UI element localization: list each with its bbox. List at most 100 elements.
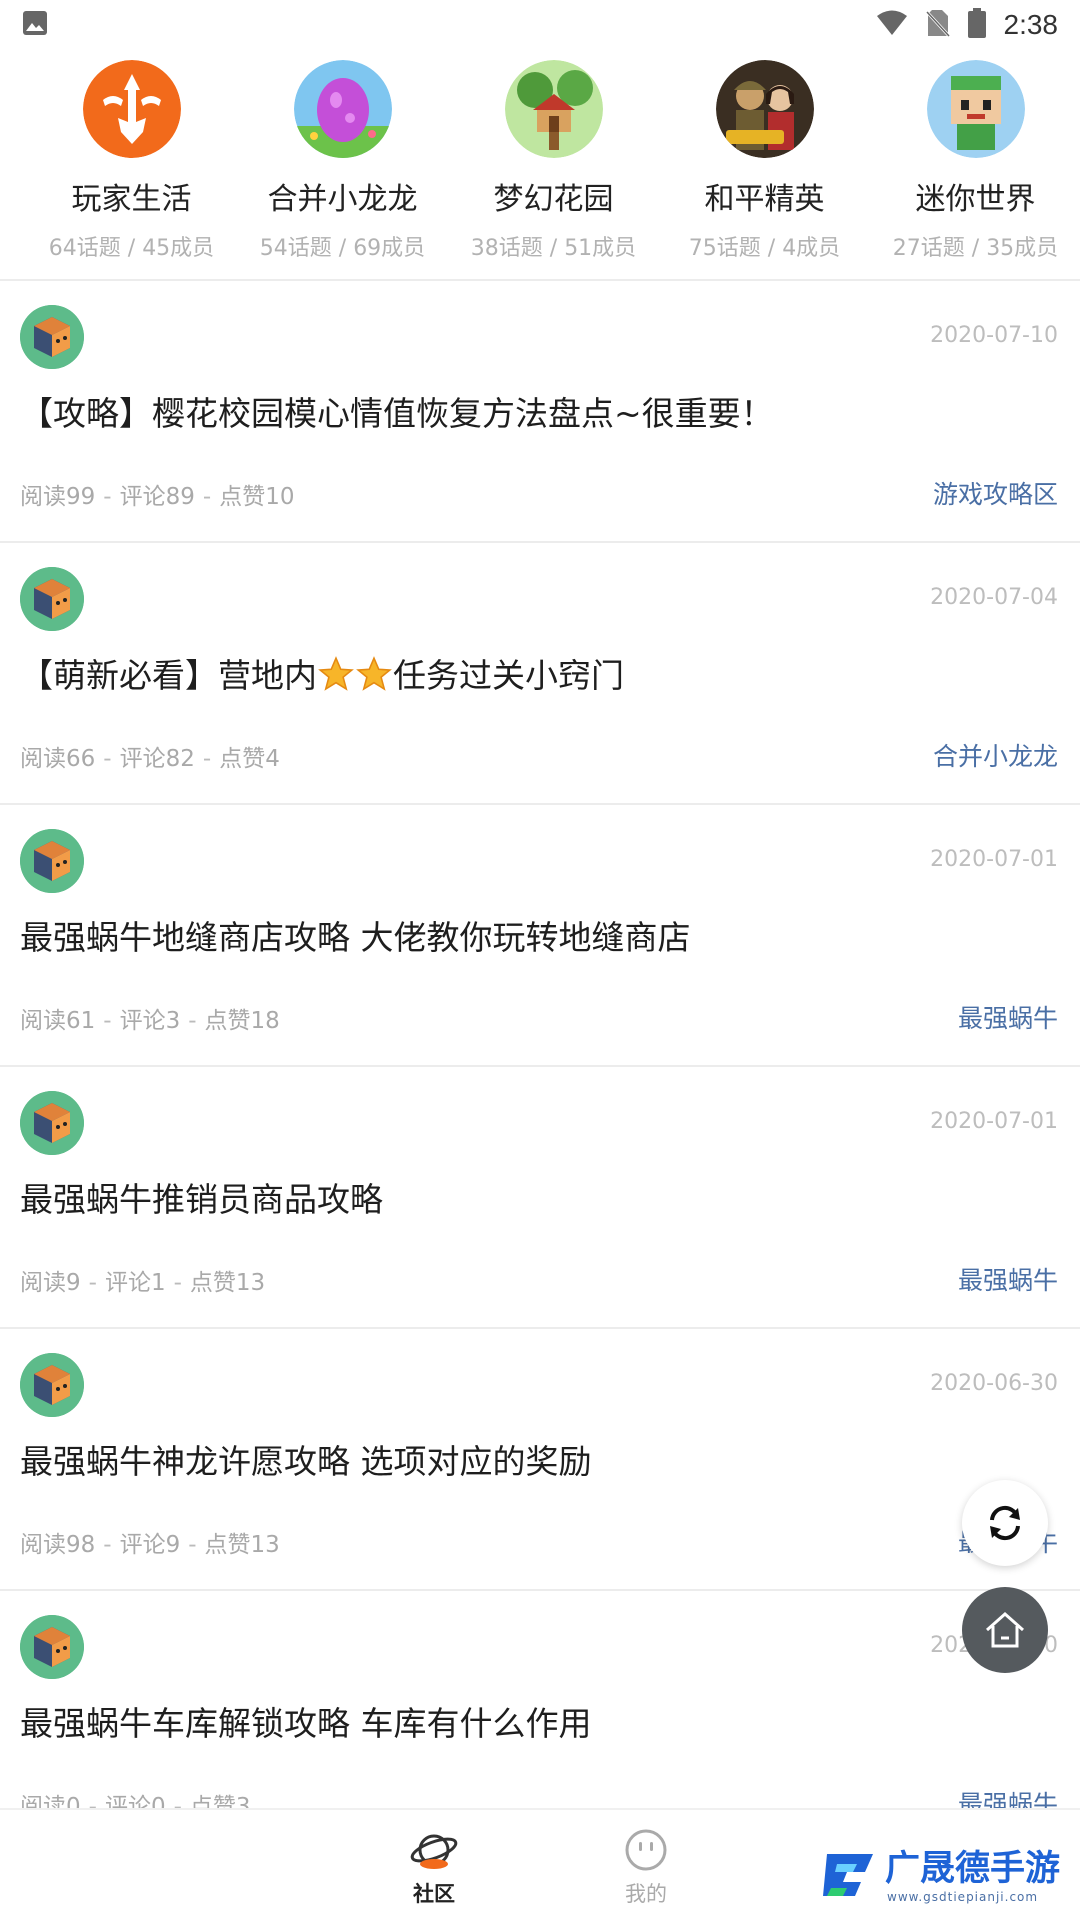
meta-separator: -	[188, 1532, 197, 1558]
read-count: 阅读98	[20, 1532, 96, 1558]
watermark-url: www.gsdtiepianji.com	[887, 1890, 1039, 1904]
circle-item[interactable]: 和平精英 75话题 / 4成员	[659, 60, 870, 278]
star-icon	[356, 656, 392, 691]
read-count: 阅读99	[20, 484, 96, 510]
star-icon	[318, 656, 354, 691]
post-title-start: 【萌新必看】营地内	[20, 656, 317, 695]
like-count: 点赞4	[219, 746, 280, 772]
read-count: 阅读66	[20, 746, 96, 772]
meta-separator: -	[88, 1270, 97, 1296]
sword-shield-icon	[82, 60, 181, 158]
treehouse-icon	[504, 60, 603, 158]
status-icons: 2:38	[876, 8, 1059, 42]
comment-count: 评论9	[119, 1532, 181, 1558]
like-count: 点赞18	[204, 1008, 280, 1034]
circle-stats: 54话题 / 69成员	[259, 236, 426, 261]
post-list: 2020-07-10 【攻略】樱花校园模心情值恢复方法盘点~很重要！ 阅读99-…	[0, 281, 1080, 1853]
planet-icon	[410, 1834, 458, 1869]
no-sim-icon	[925, 9, 950, 41]
user-avatar[interactable]	[20, 1091, 84, 1155]
post-meta: 阅读61- 评论3- 点赞18	[20, 1001, 280, 1035]
post-item[interactable]: 2020-07-10 【攻略】樱花校园模心情值恢复方法盘点~很重要！ 阅读99-…	[0, 281, 1080, 543]
post-category-link[interactable]: 最强蜗牛	[958, 1261, 1058, 1297]
circle-stats: 38话题 / 51成员	[470, 236, 637, 261]
post-meta: 阅读99- 评论89- 点赞10	[20, 477, 294, 511]
user-avatar[interactable]	[20, 305, 84, 369]
circle-item[interactable]: 合并小龙龙 54话题 / 69成员	[237, 60, 448, 278]
status-bar: 2:38	[0, 0, 1080, 50]
post-item[interactable]: 2020-07-01 最强蜗牛推销员商品攻略 阅读9- 评论1- 点赞13 最强蜗牛	[0, 1067, 1080, 1329]
wifi-icon	[876, 10, 908, 40]
post-item[interactable]: 2020-07-01 最强蜗牛地缝商店攻略 大佬教你玩转地缝商店 阅读61- 评论…	[0, 805, 1080, 1067]
post-category-link[interactable]: 合并小龙龙	[933, 737, 1058, 773]
post-item[interactable]: 2020-07-04 【萌新必看】营地内 任务过关小窍门 阅读66- 评论82- 点赞…	[0, 543, 1080, 805]
nav-tab-community[interactable]: 社区	[384, 1828, 484, 1908]
comment-count: 评论82	[119, 746, 195, 772]
battery-icon	[967, 8, 986, 42]
comment-count: 评论89	[119, 484, 195, 510]
post-date: 2020-07-04	[930, 585, 1058, 610]
circle-name: 合并小龙龙	[267, 182, 418, 217]
post-date: 2020-07-01	[930, 1109, 1058, 1134]
user-avatar[interactable]	[20, 829, 84, 893]
circle-name: 和平精英	[704, 182, 825, 217]
post-date: 2020-07-01	[930, 847, 1058, 872]
home-button[interactable]	[962, 1587, 1048, 1673]
clock: 2:38	[1003, 9, 1059, 40]
post-category-link[interactable]: 游戏攻略区	[933, 475, 1058, 511]
meta-separator: -	[202, 746, 212, 772]
comment-count: 评论3	[119, 1008, 181, 1034]
like-count: 点赞13	[189, 1270, 266, 1296]
post-meta: 阅读66- 评论82- 点赞4	[20, 739, 280, 773]
nav-label-community: 社区	[413, 1882, 455, 1906]
post-title[interactable]: 最强蜗牛车库解锁攻略 车库有什么作用	[20, 1697, 592, 1745]
image-icon	[22, 10, 48, 40]
circle-name: 玩家生活	[71, 182, 192, 217]
refresh-button[interactable]	[962, 1480, 1048, 1566]
watermark-logo-icon	[823, 1854, 873, 1896]
post-title[interactable]: 【萌新必看】营地内 任务过关小窍门	[20, 649, 624, 697]
smiley-face-icon	[625, 1829, 667, 1871]
post-item[interactable]: 2020-06-30 最强蜗牛神龙许愿攻略 选项对应的奖励 阅读98- 评论9- 点…	[0, 1329, 1080, 1591]
meta-separator: -	[202, 484, 212, 510]
circle-name: 迷你世界	[915, 182, 1036, 217]
comment-count: 评论1	[104, 1270, 166, 1296]
refresh-icon	[990, 1505, 1020, 1541]
nav-tab-mine[interactable]: 我的	[596, 1828, 696, 1908]
meta-separator: -	[103, 1532, 112, 1558]
post-meta: 阅读9- 评论1- 点赞13	[20, 1263, 265, 1297]
meta-separator: -	[103, 746, 112, 772]
circle-stats: 27话题 / 35成员	[892, 236, 1059, 261]
home-icon	[986, 1611, 1024, 1648]
post-title[interactable]: 最强蜗牛神龙许愿攻略 选项对应的奖励	[20, 1435, 592, 1483]
watermark: 广晟德手游 www.gsdtiepianji.com	[815, 1840, 1080, 1920]
read-count: 阅读61	[20, 1008, 96, 1034]
app-screen: 2:38 玩家生活 64话题 / 45成员 合并小龙龙 54话题 / 69成员 …	[0, 0, 1080, 1920]
meta-separator: -	[173, 1270, 182, 1296]
post-title[interactable]: 【攻略】樱花校园模心情值恢复方法盘点~很重要！	[20, 387, 774, 435]
nav-label-mine: 我的	[625, 1882, 667, 1906]
post-category-link[interactable]: 最强蜗牛	[958, 999, 1058, 1035]
circle-item[interactable]: 玩家生活 64话题 / 45成员	[26, 60, 237, 278]
circle-stats: 64话题 / 45成员	[48, 236, 215, 261]
user-avatar[interactable]	[20, 1353, 84, 1417]
circle-stats: 75话题 / 4成员	[688, 236, 841, 261]
post-date: 2020-06-30	[930, 1371, 1058, 1396]
post-date: 2020-07-10	[930, 323, 1058, 348]
circle-item[interactable]: 迷你世界 27话题 / 35成员	[870, 60, 1080, 278]
meta-separator: -	[103, 484, 112, 510]
watermark-text: 广晟德手游	[885, 1849, 1061, 1889]
like-count: 点赞10	[219, 484, 295, 510]
user-avatar[interactable]	[20, 567, 84, 631]
soldiers-icon	[715, 60, 814, 158]
like-count: 点赞13	[204, 1532, 280, 1558]
circle-item[interactable]: 梦幻花园 38话题 / 51成员	[448, 60, 659, 278]
circle-list: 玩家生活 64话题 / 45成员 合并小龙龙 54话题 / 69成员 梦幻花园 …	[0, 60, 1080, 278]
post-title[interactable]: 最强蜗牛推销员商品攻略	[20, 1173, 383, 1221]
user-avatar[interactable]	[20, 1615, 84, 1679]
post-meta: 阅读98- 评论9- 点赞13	[20, 1525, 280, 1559]
meta-separator: -	[103, 1008, 112, 1034]
post-title[interactable]: 最强蜗牛地缝商店攻略 大佬教你玩转地缝商店	[20, 911, 691, 959]
block-character-icon	[926, 60, 1025, 158]
dragon-egg-icon	[293, 60, 392, 158]
